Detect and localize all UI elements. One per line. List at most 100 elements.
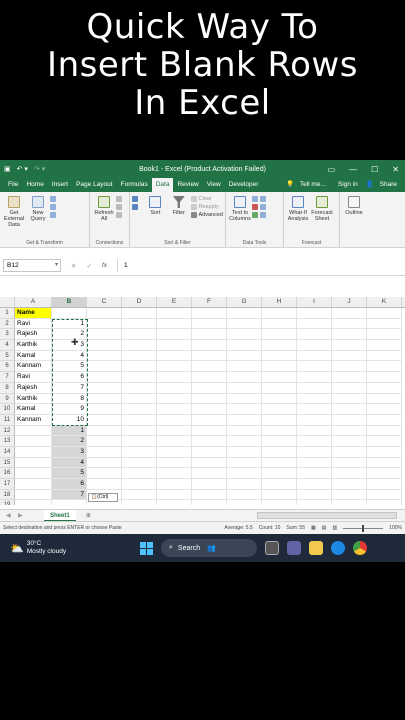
outline-button[interactable]: Outline <box>342 194 366 247</box>
empty-cell[interactable] <box>262 329 297 341</box>
tab-developer[interactable]: Developer <box>225 178 263 192</box>
empty-cell[interactable] <box>332 425 367 437</box>
empty-cell[interactable] <box>227 340 262 351</box>
tab-data[interactable]: Data <box>151 178 174 192</box>
row-number[interactable]: 10 <box>0 404 15 415</box>
worksheet-grid[interactable]: A B C D E F G H I J K 1 Name 2 Ravi 1 3 Rajesh… <box>0 297 405 505</box>
empty-cell[interactable] <box>262 489 297 501</box>
empty-cell[interactable] <box>122 372 157 383</box>
empty-cell[interactable] <box>332 382 367 394</box>
view-page-layout-icon[interactable]: ▤ <box>322 525 327 531</box>
empty-cell[interactable] <box>367 372 402 383</box>
column-header-d[interactable]: D <box>122 297 157 307</box>
row-number[interactable]: 11 <box>0 414 15 426</box>
row-number[interactable]: 8 <box>0 382 15 394</box>
empty-cell[interactable] <box>262 350 297 362</box>
empty-cell[interactable] <box>192 404 227 415</box>
empty-cell[interactable] <box>157 457 192 469</box>
tab-home[interactable]: Home <box>22 178 47 192</box>
column-header-g[interactable]: G <box>227 297 262 307</box>
empty-cell[interactable] <box>192 414 227 426</box>
task-view-icon[interactable] <box>265 541 279 555</box>
empty-cell[interactable] <box>122 361 157 373</box>
column-header-b[interactable]: B <box>52 297 87 307</box>
empty-cell[interactable] <box>122 329 157 341</box>
empty-cell[interactable] <box>157 414 192 426</box>
undo-icon[interactable]: ↶ ▾ <box>17 165 28 173</box>
empty-cell[interactable] <box>192 393 227 405</box>
empty-cell[interactable] <box>297 318 332 330</box>
empty-cell[interactable] <box>297 489 332 501</box>
empty-cell[interactable] <box>122 489 157 501</box>
empty-cell[interactable] <box>192 308 227 319</box>
empty-cell[interactable] <box>192 361 227 373</box>
empty-cell[interactable] <box>332 318 367 330</box>
empty-cell[interactable] <box>262 446 297 458</box>
formula-input[interactable]: 1 <box>116 259 405 272</box>
empty-cell[interactable] <box>122 436 157 447</box>
empty-cell[interactable] <box>157 350 192 362</box>
column-header-j[interactable]: J <box>332 297 367 307</box>
empty-cell[interactable] <box>332 329 367 341</box>
empty-cell[interactable] <box>262 361 297 373</box>
column-header-e[interactable]: E <box>157 297 192 307</box>
cell-b[interactable]: 2 <box>52 436 87 447</box>
empty-cell[interactable] <box>227 436 262 447</box>
empty-cell[interactable] <box>157 382 192 394</box>
cell-b[interactable]: 2 <box>52 329 87 341</box>
empty-cell[interactable] <box>262 436 297 447</box>
empty-cell[interactable] <box>227 329 262 341</box>
column-header-a[interactable]: A <box>15 297 52 307</box>
empty-cell[interactable] <box>157 340 192 351</box>
tab-file[interactable]: File <box>4 178 22 192</box>
cell-a[interactable] <box>15 500 52 505</box>
start-button[interactable] <box>140 541 153 555</box>
row-number[interactable]: 18 <box>0 489 15 501</box>
empty-cell[interactable] <box>332 500 367 505</box>
empty-cell[interactable] <box>157 446 192 458</box>
empty-cell[interactable] <box>262 340 297 351</box>
ribbon-display-icon[interactable]: ▭ <box>328 165 336 174</box>
empty-cell[interactable] <box>367 350 402 362</box>
advanced-button[interactable]: Advanced <box>190 212 223 218</box>
empty-cell[interactable] <box>122 457 157 469</box>
empty-cell[interactable] <box>227 308 262 319</box>
empty-cell[interactable] <box>192 457 227 469</box>
empty-cell[interactable] <box>367 436 402 447</box>
empty-cell[interactable] <box>227 479 262 490</box>
weather-widget[interactable]: ⛅ 30°C Mostly cloudy <box>0 540 140 556</box>
cell-a[interactable]: Kannam <box>15 414 52 426</box>
empty-cell[interactable] <box>367 361 402 373</box>
empty-cell[interactable] <box>192 318 227 330</box>
close-button[interactable]: ✕ <box>392 165 399 174</box>
cell-b[interactable] <box>52 308 87 319</box>
empty-cell[interactable] <box>332 372 367 383</box>
file-explorer-icon[interactable] <box>309 541 323 555</box>
empty-cell[interactable] <box>122 393 157 405</box>
empty-cell[interactable] <box>367 393 402 405</box>
empty-cell[interactable] <box>122 350 157 362</box>
column-header-k[interactable]: K <box>367 297 402 307</box>
horizontal-scrollbar[interactable] <box>257 512 397 519</box>
empty-cell[interactable] <box>192 489 227 501</box>
reapply-button[interactable]: Reapply <box>190 204 223 210</box>
zoom-level[interactable]: 100% <box>389 525 402 531</box>
empty-cell[interactable] <box>192 468 227 479</box>
cell-a[interactable]: Kannam <box>15 361 52 373</box>
row-number[interactable]: 6 <box>0 361 15 373</box>
empty-cell[interactable] <box>297 329 332 341</box>
cell-b[interactable]: 7 <box>52 382 87 394</box>
empty-cell[interactable] <box>157 479 192 490</box>
cell-a[interactable] <box>15 446 52 458</box>
empty-cell[interactable] <box>367 479 402 490</box>
cell-a[interactable]: Karthik <box>15 393 52 405</box>
cell-b[interactable]: 6 <box>52 479 87 490</box>
empty-cell[interactable] <box>157 361 192 373</box>
row-number[interactable]: 4 <box>0 340 15 351</box>
minimize-button[interactable]: — <box>349 165 357 174</box>
enter-icon[interactable]: ✓ <box>86 262 91 270</box>
empty-cell[interactable] <box>332 308 367 319</box>
empty-cell[interactable] <box>367 446 402 458</box>
row-number[interactable]: 3 <box>0 329 15 341</box>
cell-b[interactable]: 1 <box>52 318 87 330</box>
